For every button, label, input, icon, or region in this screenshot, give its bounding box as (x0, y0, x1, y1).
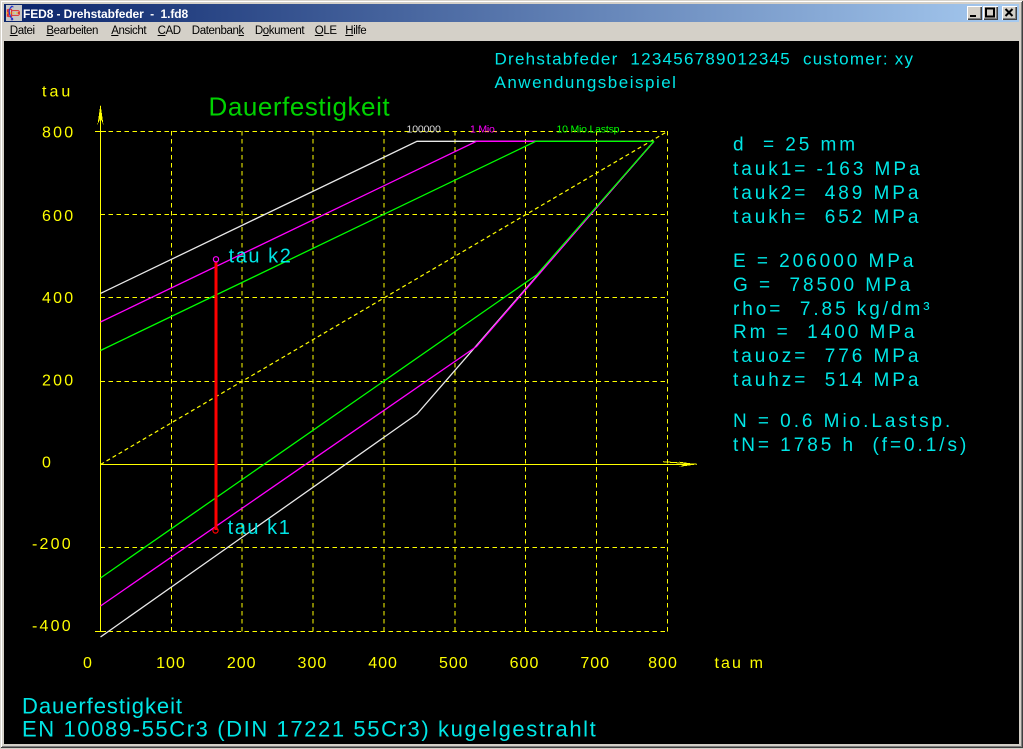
svg-text:d = 25 mm: d = 25 mm (733, 135, 858, 156)
svg-text:200: 200 (42, 373, 75, 390)
svg-text:tau k1: tau k1 (228, 517, 292, 539)
svg-text:tN= 1785 h (f=0.1/s): tN= 1785 h (f=0.1/s) (733, 435, 969, 456)
svg-text:Dauerfestigkeit: Dauerfestigkeit (22, 694, 183, 719)
svg-text:tau m: tau m (715, 655, 766, 672)
svg-text:600: 600 (510, 655, 540, 672)
svg-text:Anwendungsbeispiel: Anwendungsbeispiel (495, 73, 678, 92)
svg-text:200: 200 (227, 655, 257, 672)
svg-text:600: 600 (42, 208, 75, 225)
svg-text:100: 100 (156, 655, 186, 672)
svg-text:-400: -400 (32, 618, 73, 635)
svg-text:400: 400 (42, 290, 75, 307)
svg-text:tauoz= 776 MPa: tauoz= 776 MPa (733, 346, 921, 367)
svg-text:rho= 7.85 kg/dm³: rho= 7.85 kg/dm³ (733, 299, 933, 320)
svg-text:800: 800 (648, 655, 678, 672)
svg-text:800: 800 (42, 125, 75, 142)
svg-text:taukh= 652 MPa: taukh= 652 MPa (733, 207, 921, 228)
svg-text:tau: tau (42, 84, 73, 101)
svg-text:300: 300 (298, 655, 328, 672)
svg-text:700: 700 (580, 655, 610, 672)
svg-text:tauk2= 489 MPa: tauk2= 489 MPa (733, 183, 921, 204)
svg-text:Dauerfestigkeit: Dauerfestigkeit (209, 92, 391, 122)
svg-text:E = 206000 MPa: E = 206000 MPa (733, 251, 916, 272)
svg-text:Drehstabfeder 123456789012345: Drehstabfeder 123456789012345 customer: … (495, 50, 915, 69)
svg-text:100000: 100000 (407, 124, 441, 136)
svg-text:-200: -200 (32, 536, 73, 553)
svg-text:tauhz= 514 MPa: tauhz= 514 MPa (733, 370, 921, 391)
svg-text:EN 10089-55Cr3 (DIN 17221 55Cr: EN 10089-55Cr3 (DIN 17221 55Cr3) kugelge… (22, 717, 597, 742)
svg-text:tauk1= -163 MPa: tauk1= -163 MPa (733, 159, 922, 180)
svg-text:10 Mio.Lastsp.: 10 Mio.Lastsp. (557, 124, 623, 136)
svg-text:0: 0 (42, 455, 53, 472)
svg-text:1 Mio.: 1 Mio. (470, 124, 497, 136)
svg-text:0: 0 (83, 655, 93, 672)
svg-text:Rm = 1400 MPa: Rm = 1400 MPa (733, 322, 917, 343)
svg-text:N = 0.6 Mio.Lastsp.: N = 0.6 Mio.Lastsp. (733, 411, 953, 432)
svg-text:500: 500 (439, 655, 469, 672)
svg-text:tau k2: tau k2 (229, 246, 293, 268)
svg-text:G = 78500 MPa: G = 78500 MPa (733, 275, 913, 296)
svg-text:400: 400 (368, 655, 398, 672)
